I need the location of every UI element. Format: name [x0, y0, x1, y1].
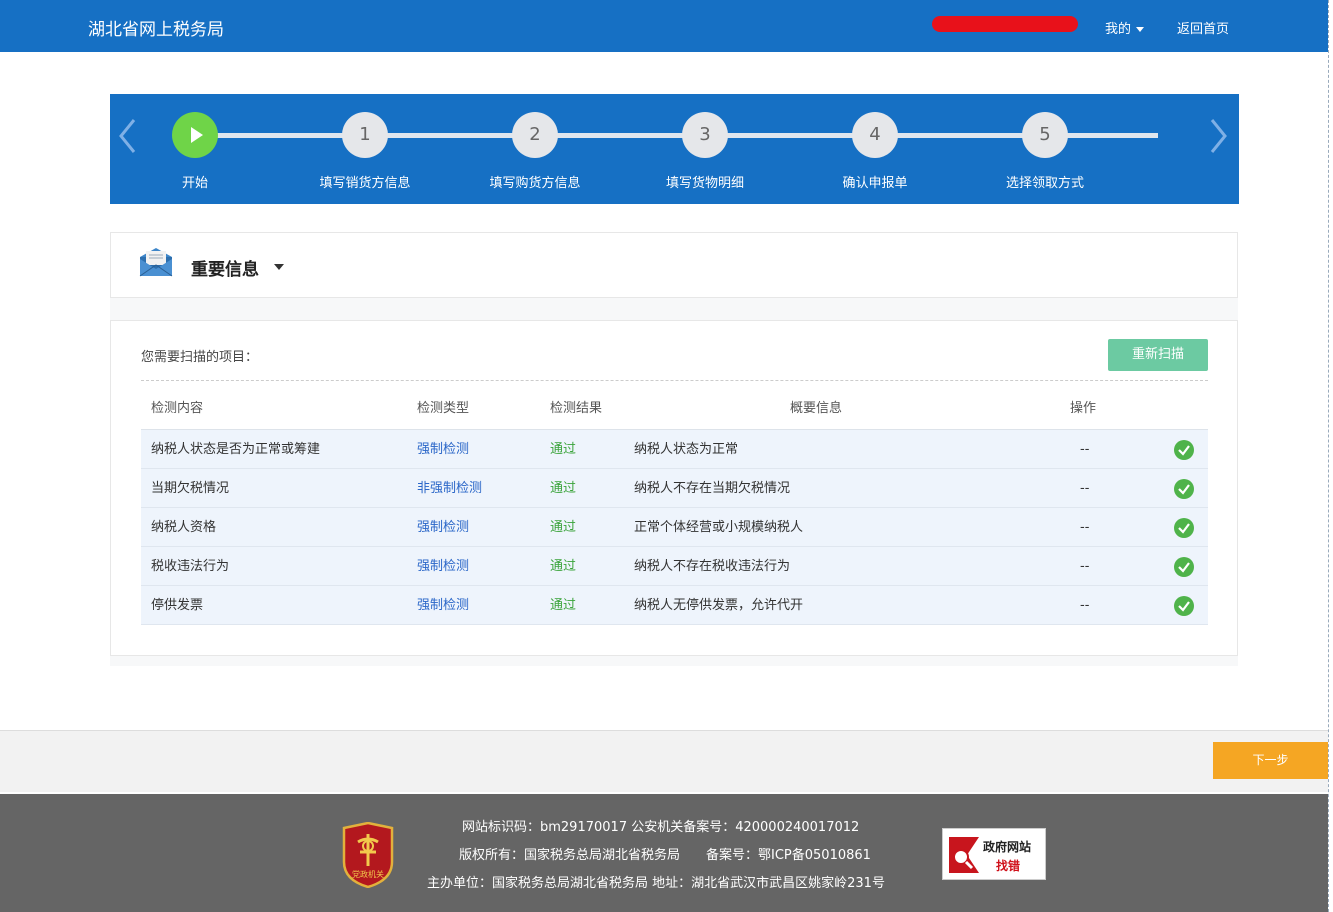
- footer-copyright: 版权所有：国家税务总局湖北省税务局 备案号：鄂ICP备05010861: [459, 848, 871, 863]
- step-label: 填写销货方信息: [319, 176, 411, 191]
- scan-panel: 您需要扫描的项目： 重新扫描 检测内容 检测类型 检测结果 概要信息 操作 纳税…: [110, 320, 1238, 656]
- table-row: 当期欠税情况 非强制检测 通过 纳税人不存在当期欠税情况 --: [141, 469, 1208, 508]
- cell-type-link[interactable]: 非强制检测: [417, 469, 482, 508]
- col-header-content: 检测内容: [151, 401, 204, 416]
- cell-summary: 纳税人状态为正常: [634, 442, 739, 457]
- cell-summary: 正常个体经营或小规模纳税人: [634, 520, 804, 535]
- play-icon: [191, 127, 203, 143]
- step-confirm-declaration[interactable]: 4 确认申报单: [815, 112, 935, 191]
- mine-dropdown[interactable]: 我的: [1105, 18, 1145, 37]
- top-nav-bar: 湖北省网上税务局 我的 返回首页: [0, 0, 1328, 52]
- scan-prompt: 您需要扫描的项目：: [141, 350, 259, 365]
- step-label: 确认申报单: [842, 176, 908, 191]
- cell-result: 通过: [550, 559, 577, 574]
- username-redacted: [932, 16, 1078, 32]
- cell-type-link[interactable]: 强制检测: [417, 547, 469, 586]
- gov-site-error-report-badge[interactable]: 政府网站 找错: [942, 828, 1046, 880]
- cell-result: 通过: [550, 598, 577, 613]
- step-start-circle: [172, 112, 218, 158]
- step-label: 填写购货方信息: [489, 176, 581, 191]
- return-home-link[interactable]: 返回首页: [1177, 18, 1229, 37]
- cell-content: 当期欠税情况: [151, 481, 230, 496]
- table-row: 纳税人资格 强制检测 通过 正常个体经营或小规模纳税人 --: [141, 508, 1208, 547]
- cell-result: 通过: [550, 442, 577, 457]
- cell-summary: 纳税人不存在当期欠税情况: [634, 481, 791, 496]
- cell-summary: 纳税人无停供发票，允许代开: [634, 598, 804, 613]
- col-header-type: 检测类型: [417, 401, 470, 416]
- step-number: 2: [512, 112, 558, 158]
- step-label: 开始: [181, 176, 208, 191]
- panel-bottom-band: [110, 656, 1238, 666]
- step-seller-info[interactable]: 1 填写销货方信息: [305, 112, 425, 191]
- caret-down-icon: [1136, 27, 1145, 32]
- check-circle-icon: [1174, 479, 1194, 499]
- check-circle-icon: [1174, 518, 1194, 538]
- gov-badge-title: 政府网站: [983, 840, 1032, 854]
- cell-operation: --: [1080, 481, 1090, 496]
- step-goods-detail[interactable]: 3 填写货物明细: [645, 112, 765, 191]
- check-circle-icon: [1174, 440, 1194, 460]
- table-row: 纳税人状态是否为正常或筹建 强制检测 通过 纳税人状态为正常 --: [141, 430, 1208, 469]
- scan-table: 检测内容 检测类型 检测结果 概要信息 操作 纳税人状态是否为正常或筹建 强制检…: [141, 387, 1208, 625]
- gov-badge-subtitle: 找错: [996, 859, 1021, 873]
- rescan-button[interactable]: 重新扫描: [1108, 339, 1208, 371]
- check-circle-icon: [1174, 557, 1194, 577]
- next-step-button[interactable]: 下一步: [1213, 742, 1328, 779]
- step-start[interactable]: 开始: [135, 112, 255, 191]
- footer: 党政机关 网站标识码：bm29170017 公安机关备案号：4200002400…: [0, 794, 1328, 912]
- table-row: 税收违法行为 强制检测 通过 纳税人不存在税收违法行为 --: [141, 547, 1208, 586]
- cell-summary: 纳税人不存在税收违法行为: [634, 559, 791, 574]
- col-header-result: 检测结果: [550, 401, 603, 416]
- cell-operation: --: [1080, 442, 1090, 457]
- cell-operation: --: [1080, 559, 1090, 574]
- party-government-badge-icon[interactable]: 党政机关: [340, 822, 396, 888]
- col-header-operation: 操作: [1070, 401, 1097, 416]
- cell-content: 税收违法行为: [151, 559, 230, 574]
- footer-site-id: 网站标识码：bm29170017 公安机关备案号：420000240017012: [462, 820, 860, 835]
- col-header-summary: 概要信息: [790, 401, 843, 416]
- important-info-title[interactable]: 重要信息: [191, 255, 259, 280]
- mail-icon: [139, 248, 173, 277]
- step-buyer-info[interactable]: 2 填写购货方信息: [475, 112, 595, 191]
- magnifier-icon: [949, 837, 979, 873]
- site-title[interactable]: 湖北省网上税务局: [88, 15, 224, 40]
- chevron-right-icon[interactable]: [1206, 116, 1230, 156]
- table-row: 停供发票 强制检测 通过 纳税人无停供发票，允许代开 --: [141, 586, 1208, 625]
- cell-operation: --: [1080, 598, 1090, 613]
- footer-sponsor-address: 主办单位：国家税务总局湖北省税务局 地址：湖北省武汉市武昌区姚家岭231号: [427, 876, 885, 891]
- table-header: 检测内容 检测类型 检测结果 概要信息 操作: [141, 387, 1208, 430]
- panel-gap: [110, 298, 1238, 320]
- cell-result: 通过: [550, 481, 577, 496]
- caret-down-icon[interactable]: [274, 264, 284, 270]
- step-number: 1: [342, 112, 388, 158]
- step-label: 选择领取方式: [1005, 176, 1084, 191]
- check-circle-icon: [1174, 596, 1194, 616]
- cell-content: 纳税人状态是否为正常或筹建: [151, 442, 321, 457]
- important-info-panel: 重要信息: [110, 232, 1238, 298]
- party-badge-text: 党政机关: [352, 869, 384, 879]
- cell-content: 纳税人资格: [151, 520, 217, 535]
- cell-content: 停供发票: [151, 598, 204, 613]
- cell-type-link[interactable]: 强制检测: [417, 430, 469, 469]
- cell-operation: --: [1080, 520, 1090, 535]
- step-number: 4: [852, 112, 898, 158]
- page-scroll-edge: [1328, 0, 1333, 912]
- progress-stepper: 开始 1 填写销货方信息 2 填写购货方信息 3 填写货物明细 4 确认申报单 …: [110, 94, 1239, 204]
- step-number: 3: [682, 112, 728, 158]
- step-pickup-method[interactable]: 5 选择领取方式: [985, 112, 1105, 191]
- divider: [141, 380, 1208, 381]
- cell-type-link[interactable]: 强制检测: [417, 508, 469, 547]
- action-bar: 下一步: [0, 730, 1328, 792]
- step-number: 5: [1022, 112, 1068, 158]
- step-label: 填写货物明细: [665, 176, 744, 191]
- cell-result: 通过: [550, 520, 577, 535]
- mine-dropdown-label: 我的: [1105, 22, 1132, 37]
- cell-type-link[interactable]: 强制检测: [417, 586, 469, 625]
